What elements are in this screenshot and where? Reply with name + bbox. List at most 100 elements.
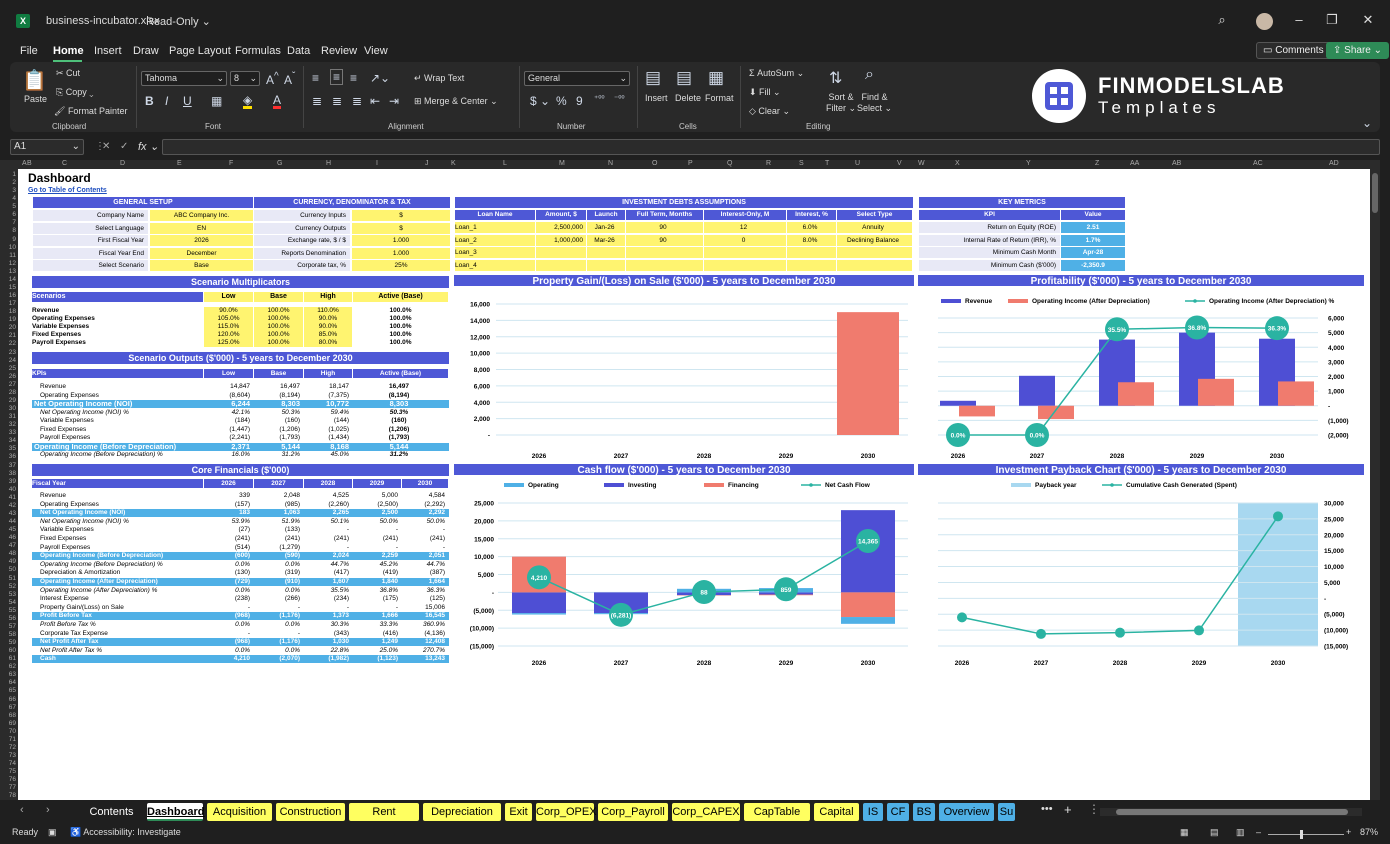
row-header[interactable]: 47 (0, 542, 16, 549)
row-header[interactable]: 67 (0, 704, 16, 711)
menu-data[interactable]: Data (287, 45, 310, 57)
column-header-ad[interactable]: AD (1329, 160, 1339, 167)
sheet-tab-capital[interactable]: Capital (814, 803, 859, 821)
row-header[interactable]: 19 (0, 316, 16, 323)
row-header[interactable]: 51 (0, 575, 16, 582)
sheet-tab-captable[interactable]: CapTable (744, 803, 810, 821)
column-header-c[interactable]: C (62, 160, 67, 167)
row-header[interactable]: 15 (0, 284, 16, 291)
row-header[interactable]: 75 (0, 768, 16, 775)
enter-icon[interactable]: ✓ (120, 141, 128, 152)
column-header-r[interactable]: R (766, 160, 771, 167)
row-header[interactable]: 2 (0, 179, 16, 186)
zoom-level[interactable]: 87% (1360, 827, 1378, 837)
column-header-x[interactable]: X (955, 160, 960, 167)
column-header-t[interactable]: T (825, 160, 829, 167)
row-header[interactable]: 7 (0, 219, 16, 226)
row-header[interactable]: 48 (0, 550, 16, 557)
sheet-tab-corp-opex[interactable]: Corp_OPEX (536, 803, 597, 821)
column-header-w[interactable]: W (918, 160, 925, 167)
formula-input[interactable] (162, 139, 1380, 155)
comments-button[interactable]: ▭ Comments (1256, 42, 1331, 59)
align-center-icon[interactable]: ≣ (332, 94, 342, 108)
column-header-g[interactable]: G (277, 160, 282, 167)
read-only-label[interactable]: Read-Only ⌄ (146, 15, 211, 28)
format-cells-button[interactable]: Format (705, 93, 734, 103)
restore-icon[interactable]: ❐ (1322, 12, 1342, 28)
column-header-f[interactable]: F (229, 160, 233, 167)
row-header[interactable]: 29 (0, 397, 16, 404)
menu-view[interactable]: View (364, 45, 388, 57)
row-header[interactable]: 37 (0, 462, 16, 469)
page-break-view-icon[interactable]: ▥ (1236, 827, 1245, 838)
row-header[interactable]: 27 (0, 381, 16, 388)
copy-button[interactable]: ⎘ Copy ⌄ (56, 87, 93, 98)
paste-icon[interactable]: 📋 (22, 68, 47, 92)
row-header[interactable]: 39 (0, 478, 16, 485)
find-select-button[interactable]: Find & Select ⌄ (857, 92, 892, 114)
align-middle-icon[interactable]: ≡ (330, 69, 344, 85)
zoom-in-icon[interactable]: + (1346, 827, 1351, 837)
menu-home[interactable]: Home (53, 45, 84, 57)
row-header[interactable]: 28 (0, 389, 16, 396)
row-header[interactable]: 54 (0, 599, 16, 606)
decrease-font-icon[interactable]: Aˇ (284, 71, 295, 87)
row-header[interactable]: 58 (0, 631, 16, 638)
row-header[interactable]: 36 (0, 453, 16, 460)
page-layout-view-icon[interactable]: ▤ (1210, 827, 1219, 838)
comma-style-button[interactable]: 9 (576, 94, 583, 108)
delete-cells-icon[interactable]: ▤ (676, 68, 692, 88)
row-header[interactable]: 31 (0, 413, 16, 420)
row-header[interactable]: 59 (0, 639, 16, 646)
increase-decimal-icon[interactable]: ⁺⁰⁰ (594, 94, 605, 103)
align-bottom-icon[interactable]: ≡ (350, 71, 357, 85)
autosum-button[interactable]: Σ AutoSum ⌄ (749, 68, 804, 79)
share-button[interactable]: ⇪ Share ⌄ (1326, 42, 1390, 59)
column-header-h[interactable]: H (326, 160, 331, 167)
menu-file[interactable]: File (20, 45, 38, 57)
row-header[interactable]: 22 (0, 340, 16, 347)
row-header[interactable]: 38 (0, 470, 16, 477)
row-header[interactable]: 35 (0, 445, 16, 452)
column-header-o[interactable]: O (652, 160, 657, 167)
sheet-tab-overview[interactable]: Overview (939, 803, 994, 821)
close-icon[interactable]: ✕ (1358, 12, 1378, 28)
column-header-j[interactable]: J (425, 160, 429, 167)
wrap-text-button[interactable]: ↵ Wrap Text (414, 73, 464, 84)
sheet-tab-corp-capex[interactable]: Corp_CAPEX (672, 803, 740, 821)
increase-font-icon[interactable]: A^ (266, 71, 279, 87)
row-header[interactable]: 78 (0, 792, 16, 799)
row-header[interactable]: 63 (0, 671, 16, 678)
row-header[interactable]: 70 (0, 728, 16, 735)
font-color-icon[interactable]: A (273, 94, 282, 109)
sheet-tab-depreciation[interactable]: Depreciation (423, 803, 501, 821)
next-sheet-icon[interactable]: › (46, 804, 50, 816)
row-header[interactable]: 74 (0, 760, 16, 767)
name-box[interactable]: A1 ⌄ (10, 139, 84, 155)
scroll-thumb[interactable] (1372, 173, 1378, 213)
worksheet-grid[interactable]: Dashboard Go to Table of Contents GENERA… (18, 169, 1370, 800)
row-header[interactable]: 26 (0, 373, 16, 380)
row-header[interactable]: 30 (0, 405, 16, 412)
sheet-tab-dashboard[interactable]: Dashboard (147, 803, 204, 821)
format-cells-icon[interactable]: ▦ (708, 68, 724, 88)
insert-cells-button[interactable]: Insert (645, 93, 668, 103)
column-header-l[interactable]: L (503, 160, 507, 167)
row-header[interactable]: 20 (0, 324, 16, 331)
find-select-icon[interactable]: ⌕ (865, 66, 874, 84)
row-header[interactable]: 43 (0, 510, 16, 517)
row-header[interactable]: 73 (0, 752, 16, 759)
column-header-y[interactable]: Y (1026, 160, 1031, 167)
row-header[interactable]: 68 (0, 712, 16, 719)
column-header-p[interactable]: P (688, 160, 693, 167)
sheet-tab-corp-payroll[interactable]: Corp_Payroll (598, 803, 668, 821)
row-header[interactable]: 6 (0, 211, 16, 218)
row-header[interactable]: 55 (0, 607, 16, 614)
sheet-tab-contents[interactable]: Contents (80, 803, 143, 821)
align-left-icon[interactable]: ≣ (312, 94, 322, 108)
row-header[interactable]: 24 (0, 357, 16, 364)
column-header-b[interactable]: B (27, 160, 32, 167)
zoom-slider-thumb[interactable] (1300, 830, 1303, 839)
accessibility-status[interactable]: ♿ Accessibility: Investigate (70, 827, 181, 838)
search-icon[interactable]: ⌕ (1212, 12, 1232, 28)
